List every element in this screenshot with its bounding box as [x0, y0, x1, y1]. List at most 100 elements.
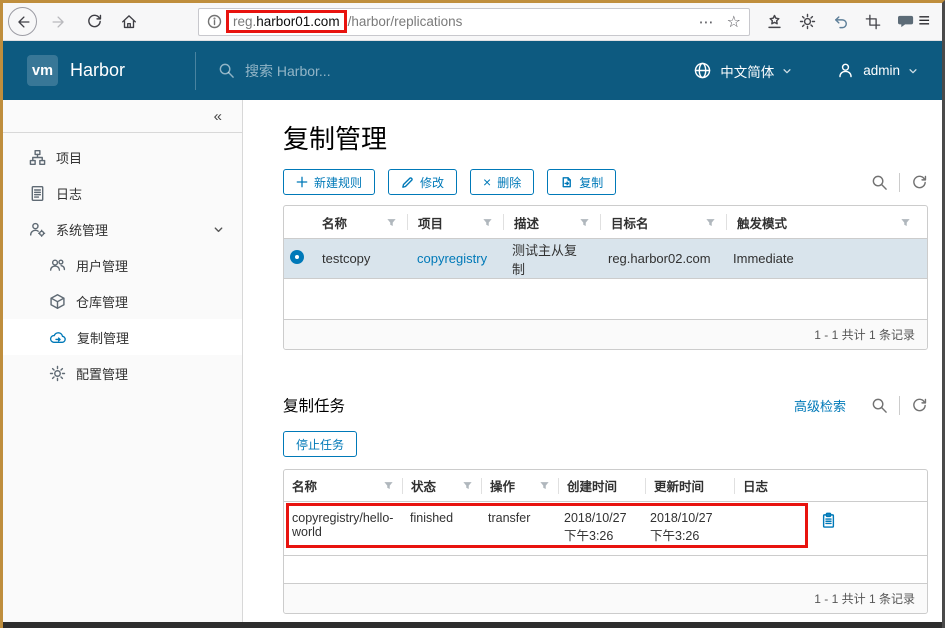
- column-header-name[interactable]: 名称: [312, 213, 407, 232]
- sidebar-item-logs[interactable]: 日志: [3, 175, 242, 211]
- url-domain: harbor01.com: [256, 14, 339, 29]
- bookmark-star-icon[interactable]: ☆: [727, 12, 741, 32]
- table-footer: 1 - 1 共计 1 条记录: [284, 319, 927, 349]
- cloud-replication-icon: [49, 330, 67, 345]
- reload-button[interactable]: [81, 9, 107, 35]
- back-button[interactable]: [8, 7, 37, 36]
- sidebar-item-projects[interactable]: 项目: [3, 139, 242, 175]
- table-footer: 1 - 1 共计 1 条记录: [284, 583, 927, 613]
- divider: [899, 173, 900, 192]
- stop-task-button[interactable]: 停止任务: [283, 431, 357, 457]
- chevron-down-icon: [213, 224, 224, 235]
- sidebar-item-replication-management[interactable]: 复制管理: [3, 319, 242, 355]
- page-actions-icon[interactable]: ⋯: [699, 13, 715, 31]
- filter-icon[interactable]: [705, 217, 716, 228]
- sidebar-item-label: 复制管理: [77, 328, 129, 347]
- filter-icon[interactable]: [579, 217, 590, 228]
- sidebar-collapse-icon[interactable]: «: [214, 108, 222, 125]
- user-menu[interactable]: admin: [836, 61, 918, 80]
- rules-search-icon[interactable]: [871, 174, 888, 191]
- column-header-operation[interactable]: 操作: [482, 476, 558, 495]
- chat-bubble-icon[interactable]: [897, 13, 916, 30]
- rule-row-selected[interactable]: testcopy copyregistry 测试主从复制 reg.harbor0…: [284, 239, 927, 279]
- site-info-icon[interactable]: [207, 14, 222, 29]
- replication-rules-table: 名称 项目 描述 目标名: [283, 205, 928, 350]
- library-icon[interactable]: [766, 13, 783, 30]
- settings-gear-icon[interactable]: [799, 13, 816, 30]
- admin-icon: [29, 221, 46, 238]
- column-header-update-time[interactable]: 更新时间: [646, 476, 734, 495]
- global-search-input[interactable]: 搜索 Harbor...: [218, 61, 693, 81]
- search-placeholder: 搜索 Harbor...: [245, 61, 331, 81]
- harbor-header: vm Harbor 搜索 Harbor... 中文简体 admin: [3, 41, 942, 100]
- column-header-log[interactable]: 日志: [735, 476, 927, 495]
- button-label: 停止任务: [296, 436, 344, 453]
- filter-icon[interactable]: [482, 217, 493, 228]
- edit-rule-button[interactable]: 修改: [388, 169, 457, 195]
- sidebar-item-configuration[interactable]: 配置管理: [3, 355, 242, 391]
- chevron-down-icon: [908, 66, 918, 76]
- sidebar-item-user-management[interactable]: 用户管理: [3, 247, 242, 283]
- filter-icon[interactable]: [383, 480, 394, 491]
- rule-project-link[interactable]: copyregistry: [407, 251, 502, 266]
- column-header-project[interactable]: 项目: [408, 213, 503, 232]
- user-icon: [836, 61, 855, 80]
- button-label: 修改: [420, 174, 444, 191]
- pagination-summary: 1 - 1 共计 1 条记录: [814, 326, 915, 343]
- new-rule-button[interactable]: 新建规则: [283, 169, 375, 195]
- home-button[interactable]: [116, 9, 142, 35]
- task-status-cell: finished: [402, 511, 480, 525]
- tasks-search-icon[interactable]: [871, 397, 888, 414]
- brand-title: Harbor: [70, 60, 125, 81]
- advanced-search-link[interactable]: 高级检索: [794, 396, 846, 415]
- language-selector[interactable]: 中文简体: [693, 61, 792, 81]
- main-content: 复制管理 新建规则 修改 × 删除 复制: [243, 100, 942, 622]
- view-log-clipboard-icon[interactable]: [821, 512, 836, 529]
- username-label: admin: [863, 63, 900, 78]
- globe-icon: [693, 61, 712, 80]
- harbor-logo[interactable]: vm Harbor: [27, 55, 195, 86]
- tasks-refresh-icon[interactable]: [911, 397, 928, 414]
- table-empty-area: [284, 556, 927, 583]
- sidebar-item-label: 项目: [56, 148, 82, 167]
- forward-button[interactable]: [46, 9, 72, 35]
- filter-icon[interactable]: [900, 217, 911, 228]
- button-label: 复制: [579, 174, 603, 191]
- filter-icon[interactable]: [539, 480, 550, 491]
- url-bar[interactable]: reg.harbor01.com /harbor/replications ⋯ …: [198, 8, 750, 36]
- filter-icon[interactable]: [386, 217, 397, 228]
- sidebar-item-label: 配置管理: [76, 364, 128, 383]
- replicate-button[interactable]: 复制: [547, 169, 616, 195]
- column-header-task-name[interactable]: 名称: [284, 476, 402, 495]
- filter-icon[interactable]: [462, 480, 473, 491]
- language-label: 中文简体: [720, 61, 774, 81]
- screenshot-root: reg.harbor01.com /harbor/replications ⋯ …: [0, 0, 945, 628]
- window-bottom-edge: [3, 622, 942, 628]
- hamburger-menu-icon[interactable]: ≡: [918, 10, 932, 33]
- crop-icon[interactable]: [865, 14, 881, 30]
- tasks-section-title: 复制任务: [283, 394, 345, 416]
- sidebar-item-system-management[interactable]: 系统管理: [3, 211, 242, 247]
- column-header-create-time[interactable]: 创建时间: [559, 476, 645, 495]
- package-cube-icon: [49, 293, 66, 310]
- logs-icon: [29, 185, 46, 202]
- undo-arrow-icon[interactable]: [832, 13, 849, 30]
- plus-icon: [296, 176, 308, 188]
- search-icon: [218, 62, 235, 79]
- task-create-time-cell: 2018/10/27 下午3:26: [556, 511, 642, 544]
- back-arrow-icon: [14, 13, 32, 31]
- sidebar-item-label: 日志: [56, 184, 82, 203]
- column-header-description[interactable]: 描述: [504, 213, 600, 232]
- pagination-summary: 1 - 1 共计 1 条记录: [814, 590, 915, 607]
- column-header-status[interactable]: 状态: [403, 476, 481, 495]
- radio-selected-icon[interactable]: [290, 250, 304, 264]
- rule-target-cell: reg.harbor02.com: [598, 251, 723, 266]
- column-header-target[interactable]: 目标名: [601, 213, 726, 232]
- copy-export-icon: [560, 176, 573, 189]
- divider: [899, 396, 900, 415]
- table-header-row: 名称 状态 操作 创建时间: [284, 470, 927, 502]
- column-header-trigger[interactable]: 触发模式: [727, 213, 927, 232]
- rules-refresh-icon[interactable]: [911, 174, 928, 191]
- delete-rule-button[interactable]: × 删除: [470, 169, 534, 195]
- sidebar-item-registry-management[interactable]: 仓库管理: [3, 283, 242, 319]
